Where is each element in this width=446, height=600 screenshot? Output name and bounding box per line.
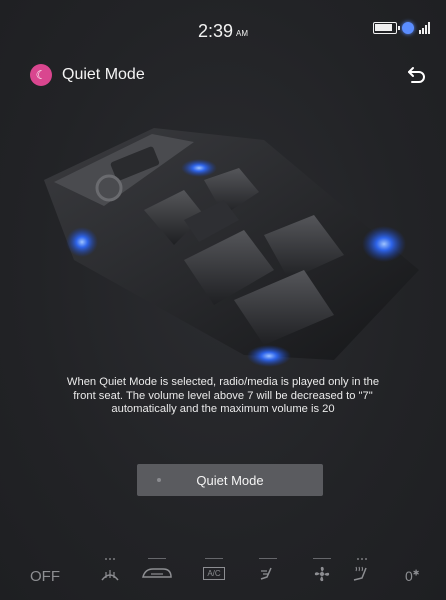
status-bar: 2:39 AM bbox=[0, 0, 446, 56]
seat-heat-button[interactable] bbox=[350, 556, 374, 600]
moon-icon: ☾ bbox=[30, 64, 52, 86]
rear-defrost-icon bbox=[101, 570, 119, 581]
quiet-mode-description: When Quiet Mode is selected, radio/media… bbox=[66, 376, 380, 415]
recirculation-button[interactable] bbox=[140, 556, 174, 600]
rear-defrost-button[interactable] bbox=[98, 556, 122, 600]
quiet-mode-button[interactable]: Quiet Mode bbox=[137, 464, 323, 496]
recirculation-icon bbox=[142, 568, 172, 578]
header: ☾ Quiet Mode bbox=[0, 64, 446, 90]
screen: 2:39 AM ☾ Quiet Mode When Quiet Mode is … bbox=[0, 0, 446, 600]
clock-ampm: AM bbox=[236, 29, 249, 38]
ac-label: A/C bbox=[207, 569, 221, 578]
climate-off-button[interactable]: OFF bbox=[30, 568, 60, 585]
clock-time: 2:39 bbox=[197, 21, 234, 41]
page-title: Quiet Mode bbox=[62, 66, 145, 83]
voice-assistant-icon bbox=[402, 22, 414, 34]
fan-icon bbox=[314, 566, 330, 582]
quiet-mode-indicator bbox=[157, 478, 161, 482]
seat-airflow-icon bbox=[260, 567, 272, 580]
fan-speed-icon: ✱ bbox=[412, 568, 420, 578]
back-button[interactable] bbox=[402, 60, 432, 90]
back-arrow-icon bbox=[408, 67, 425, 83]
seat-airflow-button[interactable] bbox=[256, 556, 280, 600]
quiet-mode-button-label: Quiet Mode bbox=[196, 472, 264, 488]
car-cabin-speakers-illustration bbox=[44, 128, 419, 367]
status-icons bbox=[373, 22, 430, 34]
climate-control-bar: OFF A/C 0✱ bbox=[0, 556, 446, 600]
battery-icon bbox=[373, 22, 400, 34]
seat-heat-icon bbox=[353, 566, 367, 581]
ac-icon: A/C bbox=[203, 567, 225, 580]
fan-speed-value[interactable]: 0✱ bbox=[405, 568, 420, 584]
ac-button[interactable]: A/C bbox=[200, 556, 228, 600]
fan-button[interactable] bbox=[310, 556, 334, 600]
signal-icon bbox=[419, 22, 430, 34]
